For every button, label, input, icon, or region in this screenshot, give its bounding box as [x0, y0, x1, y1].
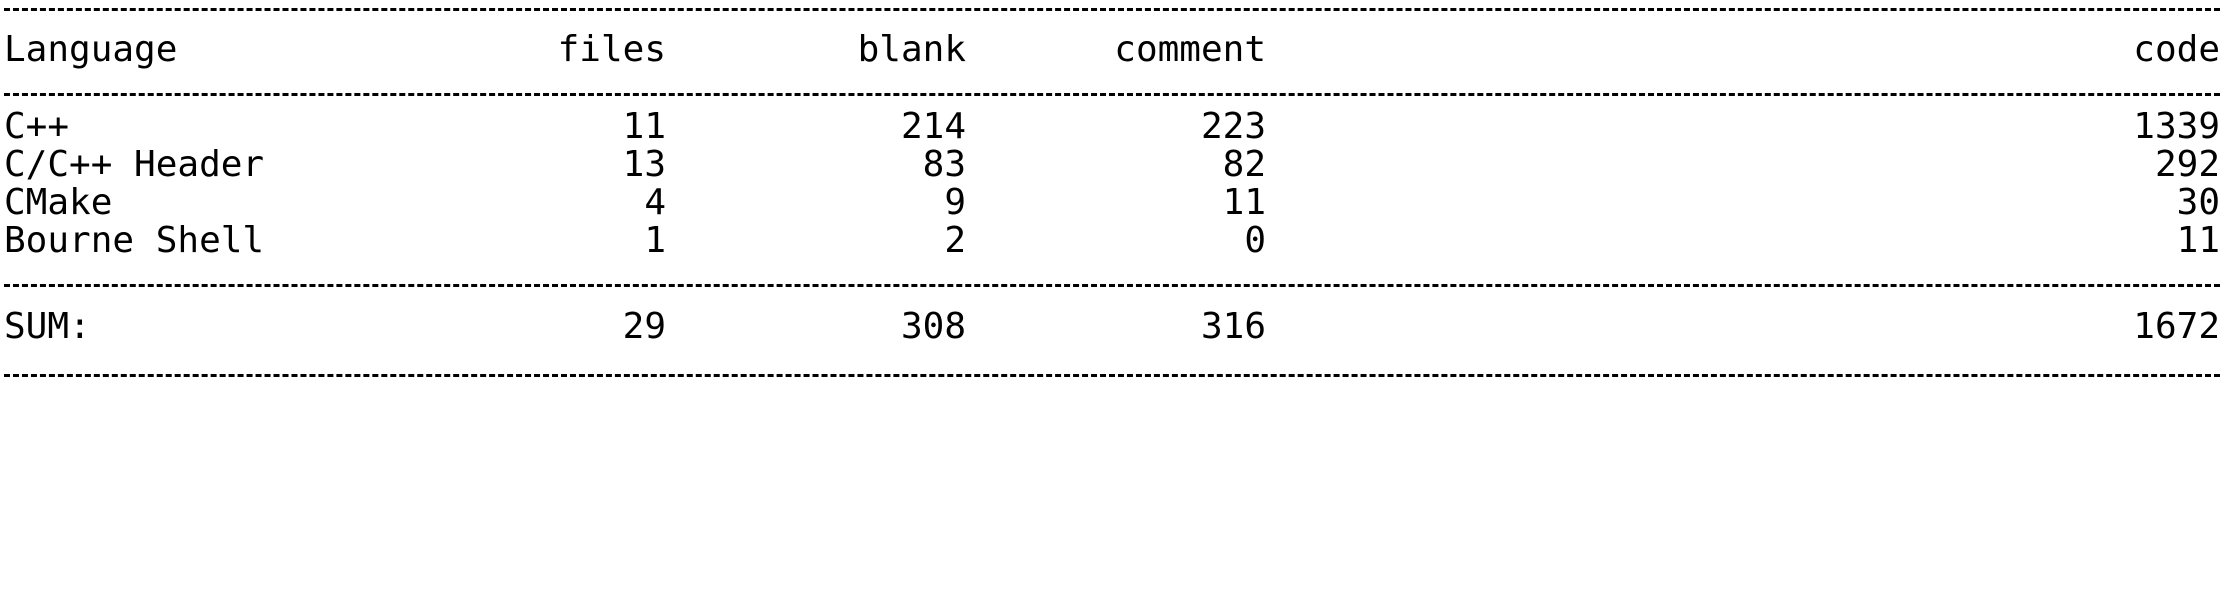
cell-comment: 0 [1244, 220, 1266, 261]
sum-label: SUM: [4, 306, 91, 347]
header-language: Language [4, 29, 178, 70]
cell-blank: 83 [922, 144, 966, 185]
cell-files: 11 [622, 106, 666, 147]
sum-comment: 316 [1200, 306, 1266, 347]
table-row: CMake 4 9 11 30 [4, 182, 2220, 224]
cell-comment: 11 [1222, 182, 1266, 223]
table-header-row: Language files blank comment code [4, 29, 2220, 71]
cell-code: 292 [2154, 144, 2220, 185]
header-files: files [557, 29, 666, 70]
cell-language: CMake [4, 182, 113, 223]
sum-files: 29 [622, 306, 666, 347]
header-code: code [2133, 29, 2220, 70]
cell-language: C++ [4, 106, 70, 147]
cell-code: 1339 [2133, 106, 2220, 147]
header-blank: blank [857, 29, 966, 70]
sum-blank: 308 [900, 306, 966, 347]
table-row: Bourne Shell 1 2 0 11 [4, 220, 2220, 262]
cloc-output: Language files blank comment code C++ 11… [0, 0, 2224, 516]
cell-blank: 2 [944, 220, 966, 261]
table-row: C/C++ Header 13 83 82 292 [4, 144, 2220, 186]
cell-files: 4 [644, 182, 666, 223]
cell-files: 1 [644, 220, 666, 261]
cell-language: C/C++ Header [4, 144, 265, 185]
cell-files: 13 [622, 144, 666, 185]
sum-row: SUM: 29 308 316 1672 [4, 306, 2220, 348]
cell-blank: 9 [944, 182, 966, 223]
cell-comment: 82 [1222, 144, 1266, 185]
cell-language: Bourne Shell [4, 220, 265, 261]
sum-code: 1672 [2133, 306, 2220, 347]
divider-top [4, 8, 2220, 11]
cell-comment: 223 [1200, 106, 1266, 147]
cell-blank: 214 [900, 106, 966, 147]
table-row: C++ 11 214 223 1339 [4, 106, 2220, 148]
cell-code: 30 [2176, 182, 2220, 223]
divider-sum [4, 284, 2220, 287]
divider-bottom [4, 374, 2220, 377]
divider-header [4, 93, 2220, 96]
header-comment: comment [1114, 29, 1266, 70]
cell-code: 11 [2176, 220, 2220, 261]
